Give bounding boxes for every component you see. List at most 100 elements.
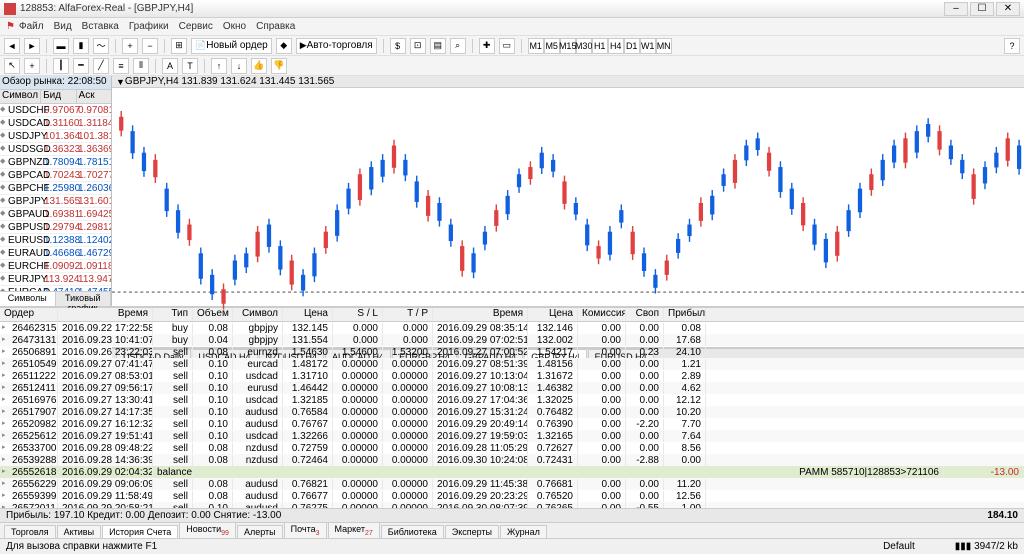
symbol-row-GBPUSD[interactable]: GBPUSD1.297941.29812 bbox=[0, 221, 111, 234]
new-chart-button[interactable]: ✚ bbox=[479, 38, 495, 54]
zoom-in-button[interactable]: + bbox=[122, 38, 138, 54]
symbol-row-EURJPY[interactable]: EURJPY113.924113.947 bbox=[0, 273, 111, 286]
chart-candle-button[interactable]: ▮ bbox=[73, 38, 89, 54]
order-row[interactable]: 265105492016.09.27 07:41:47sell0.10eurca… bbox=[0, 358, 1024, 370]
terminal-tab-Алерты[interactable]: Алерты bbox=[237, 525, 283, 538]
auto-trade-button[interactable]: ▶ Авто-торговля bbox=[296, 38, 377, 54]
grid-button[interactable]: ⊞ bbox=[171, 38, 187, 54]
tf-M1[interactable]: M1 bbox=[528, 38, 544, 54]
chart-line-button[interactable]: 〜 bbox=[93, 38, 109, 54]
terminal-tab-Библиотека[interactable]: Библиотека bbox=[381, 525, 444, 538]
hline-button[interactable]: ━ bbox=[73, 58, 89, 74]
label-button[interactable]: T bbox=[182, 58, 198, 74]
terminal-tab-Маркет[interactable]: Маркет27 bbox=[328, 522, 380, 538]
menu-Вид[interactable]: Вид bbox=[54, 21, 72, 32]
terminal-tab-Активы[interactable]: Активы bbox=[57, 525, 101, 538]
terminal-tab-Почта[interactable]: Почта3 bbox=[284, 522, 327, 538]
order-row[interactable]: 265179072016.09.27 14:17:35sell0.10audus… bbox=[0, 406, 1024, 418]
menu-Окно[interactable]: Окно bbox=[223, 21, 246, 32]
status-profile: Default bbox=[883, 541, 915, 552]
order-row[interactable]: 265209822016.09.27 16:12:32sell0.10audus… bbox=[0, 418, 1024, 430]
tf-M5[interactable]: M5 bbox=[544, 38, 560, 54]
tf-MN[interactable]: MN bbox=[656, 38, 672, 54]
profiles-button[interactable]: ▭ bbox=[499, 38, 515, 54]
symbol-row-GBPNZD[interactable]: GBPNZD1.780941.78151 bbox=[0, 156, 111, 169]
text-button[interactable]: A bbox=[162, 58, 178, 74]
maximize-button[interactable]: ☐ bbox=[970, 2, 994, 16]
arrow-up-icon[interactable]: ↑ bbox=[211, 58, 227, 74]
symbol-row-USDSGD[interactable]: USDSGD1.363231.36369 bbox=[0, 143, 111, 156]
symbol-row-EURUSD[interactable]: EURUSD1.123881.12402 bbox=[0, 234, 111, 247]
menu-Справка[interactable]: Справка bbox=[256, 21, 295, 32]
crosshair-button[interactable]: + bbox=[24, 58, 40, 74]
symbol-row-USDCAD[interactable]: USDCAD1.311601.31184 bbox=[0, 117, 111, 130]
channel-button[interactable]: ≡ bbox=[113, 58, 129, 74]
menu-Вставка[interactable]: Вставка bbox=[82, 21, 119, 32]
zoom-out-button[interactable]: − bbox=[142, 38, 158, 54]
symbol-row-GBPCHF[interactable]: GBPCHF1.259801.26036 bbox=[0, 182, 111, 195]
close-button[interactable]: ✕ bbox=[996, 2, 1020, 16]
market-watch-title: Обзор рынка: 22:08:50 bbox=[0, 76, 111, 90]
order-row[interactable]: 265526182016.09.29 02:04:32balancePAMM 5… bbox=[0, 466, 1024, 478]
navigator-button[interactable]: ⊡ bbox=[410, 38, 426, 54]
order-row[interactable]: 265068912016.09.26 23:22:03sell0.08eurnz… bbox=[0, 346, 1024, 358]
order-row[interactable]: 265124112016.09.27 09:56:17sell0.10eurus… bbox=[0, 382, 1024, 394]
terminal-tab-История Счета[interactable]: История Счета bbox=[102, 525, 178, 538]
market-watch-button[interactable]: $ bbox=[390, 38, 406, 54]
vline-button[interactable]: ┃ bbox=[53, 58, 69, 74]
nav-fwd-button[interactable]: ► bbox=[24, 38, 40, 54]
order-row[interactable]: 265593992016.09.29 11:58:49sell0.08audus… bbox=[0, 490, 1024, 502]
symbol-row-USDJPY[interactable]: USDJPY101.364101.381 bbox=[0, 130, 111, 143]
chart-canvas[interactable]: 142.960140.960138.760137.760135.960134.5… bbox=[112, 88, 1024, 347]
tf-M30[interactable]: M30 bbox=[576, 38, 592, 54]
terminal-tab-Новости[interactable]: Новости99 bbox=[179, 522, 236, 538]
status-right: Default ▮▮▮ 3947/2 kb bbox=[883, 541, 1018, 552]
col-header[interactable]: Ордер bbox=[0, 308, 58, 321]
order-row[interactable]: 265337002016.09.28 09:48:22sell0.08nzdus… bbox=[0, 442, 1024, 454]
menu-Файл[interactable]: Файл bbox=[6, 21, 44, 32]
terminal-button[interactable]: ▤ bbox=[430, 38, 446, 54]
main-content: Обзор рынка: 22:08:50 Символ Бид Аск USD… bbox=[0, 76, 1024, 306]
tab-symbols[interactable]: Символы bbox=[0, 292, 56, 306]
cursor-button[interactable]: ↖ bbox=[4, 58, 20, 74]
meta-button[interactable]: ◆ bbox=[276, 38, 292, 54]
chart-bar-button[interactable]: ▬ bbox=[53, 38, 69, 54]
terminal-tab-Эксперты[interactable]: Эксперты bbox=[445, 525, 499, 538]
order-row[interactable]: 265392882016.09.28 14:36:39sell0.08nzdus… bbox=[0, 454, 1024, 466]
symbol-row-EURAUD[interactable]: EURAUD1.466861.46729 bbox=[0, 247, 111, 260]
col-bid[interactable]: Бид bbox=[41, 90, 76, 103]
terminal-tab-Торговля[interactable]: Торговля bbox=[4, 525, 56, 538]
separator bbox=[155, 59, 156, 73]
symbol-row-GBPCAD[interactable]: GBPCAD1.702431.70277 bbox=[0, 169, 111, 182]
menu-Сервис[interactable]: Сервис bbox=[179, 21, 213, 32]
minimize-button[interactable]: – bbox=[944, 2, 968, 16]
fibo-button[interactable]: ⫴ bbox=[133, 58, 149, 74]
symbol-row-USDCHF[interactable]: USDCHF0.970670.97081 bbox=[0, 104, 111, 117]
help-button[interactable]: ? bbox=[1004, 38, 1020, 54]
tab-tick[interactable]: Тиковый график bbox=[56, 292, 112, 306]
symbol-row-GBPJPY[interactable]: GBPJPY131.565131.601 bbox=[0, 195, 111, 208]
order-row[interactable]: 265256122016.09.27 19:51:41sell0.10usdca… bbox=[0, 430, 1024, 442]
new-order-button[interactable]: 📄 Новый ордер bbox=[191, 38, 272, 54]
order-row[interactable]: 265112222016.09.27 08:53:01sell0.10usdca… bbox=[0, 370, 1024, 382]
col-symbol[interactable]: Символ bbox=[0, 90, 41, 103]
col-ask[interactable]: Аск bbox=[77, 90, 111, 103]
thumb-down-icon[interactable]: 👎 bbox=[271, 58, 287, 74]
trendline-button[interactable]: ╱ bbox=[93, 58, 109, 74]
symbol-row-EURCHF[interactable]: EURCHF1.090921.09118 bbox=[0, 260, 111, 273]
tf-M15[interactable]: M15 bbox=[560, 38, 576, 54]
terminal-tab-Журнал[interactable]: Журнал bbox=[500, 525, 547, 538]
tf-D1[interactable]: D1 bbox=[624, 38, 640, 54]
order-row[interactable]: 265562292016.09.29 09:06:09sell0.08audus… bbox=[0, 478, 1024, 490]
chart-area: ▼ GBPJPY,H4 131.839 131.624 131.445 131.… bbox=[112, 76, 1024, 306]
order-row[interactable]: 265169762016.09.27 13:30:41sell0.10usdca… bbox=[0, 394, 1024, 406]
menu-Графики[interactable]: Графики bbox=[129, 21, 169, 32]
symbol-row-GBPAUD[interactable]: GBPAUD1.693811.69425 bbox=[0, 208, 111, 221]
tf-H1[interactable]: H1 bbox=[592, 38, 608, 54]
tf-H4[interactable]: H4 bbox=[608, 38, 624, 54]
tf-W1[interactable]: W1 bbox=[640, 38, 656, 54]
strategy-button[interactable]: ⌕ bbox=[450, 38, 466, 54]
thumb-up-icon[interactable]: 👍 bbox=[251, 58, 267, 74]
arrow-down-icon[interactable]: ↓ bbox=[231, 58, 247, 74]
nav-back-button[interactable]: ◄ bbox=[4, 38, 20, 54]
